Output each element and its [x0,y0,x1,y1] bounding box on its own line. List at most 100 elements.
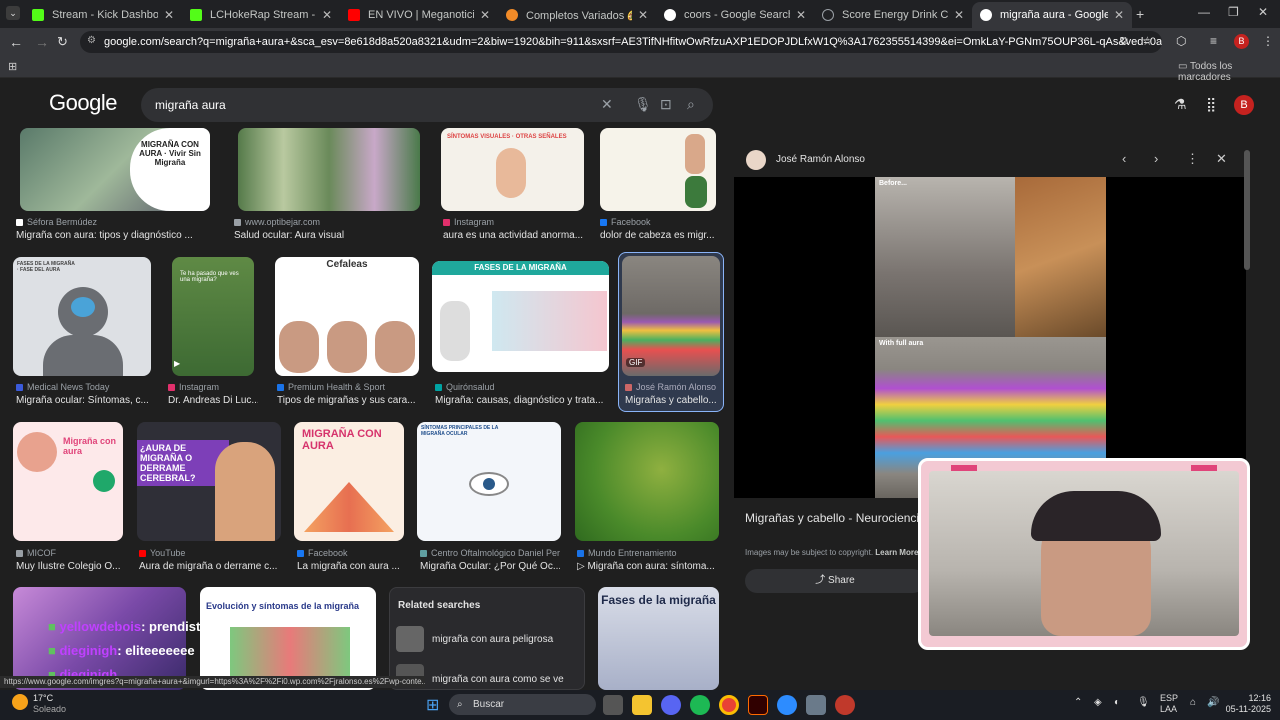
result-title[interactable]: Dr. Andreas Di Luc... [168,395,258,406]
learn-more-link[interactable]: Learn More [875,548,918,557]
close-icon[interactable]: ✕ [638,8,648,22]
tab-search-icon[interactable]: ⌄ [6,6,20,20]
result-image[interactable]: SÍNTOMAS VISUALES · OTRAS SEÑALES [441,128,584,211]
chrome-icon[interactable] [719,695,739,715]
tab-kick-dashboard[interactable]: Stream - Kick Dashboard✕ [24,2,182,28]
close-icon[interactable]: ✕ [322,8,332,22]
close-icon[interactable]: ✕ [1114,8,1124,22]
result-image[interactable]: MIGRAÑA CON AURA · Vivir Sin Migraña [20,128,210,211]
network-icon[interactable]: ⌂ [1190,697,1196,708]
close-icon[interactable]: ✕ [954,8,964,22]
spotify-icon[interactable] [690,695,710,715]
result-image[interactable]: MIGRAÑA CON AURA [294,422,404,541]
apps-icon[interactable]: ⊞ [8,60,17,73]
result-title[interactable]: aura es una actividad anorma... [443,230,583,241]
forward-icon[interactable]: → [35,34,49,50]
close-icon[interactable]: ✕ [796,8,806,22]
result-image[interactable]: FASES DE LA MIGRAÑA [432,261,609,372]
result-image[interactable]: Cefaleas [275,257,419,376]
file-explorer-icon[interactable] [632,695,652,715]
share-button[interactable]: ⤴ Share [745,569,925,593]
tab-lchokerap[interactable]: LCHokeRap Stream - Watch Liv✕ [182,2,340,28]
result-image[interactable] [575,422,719,541]
result-title[interactable]: Migrañas y cabello... [625,395,720,406]
taskbar-search[interactable]: ⌕ Buscar [449,694,596,715]
result-image[interactable]: Migraña con aura [13,422,123,541]
result-image[interactable]: ¿AURA DE MIGRAÑA O DERRAME CEREBRAL? [137,422,281,541]
bookmark-star-icon[interactable]: ☆ [1142,34,1153,48]
related-search-link[interactable]: migraña con aura como se ve [432,674,564,685]
tray-chevron-icon[interactable]: ⌃ [1074,697,1082,708]
profile-avatar[interactable]: B [1234,34,1249,49]
start-button[interactable]: ⊞ [426,695,439,715]
result-title[interactable]: Muy Ilustre Colegio O... [16,561,128,572]
volume-icon[interactable]: 🔊 [1207,697,1219,708]
discord-icon[interactable] [661,695,681,715]
result-title[interactable]: La migraña con aura ... [297,561,407,572]
task-view-icon[interactable] [603,695,623,715]
result-image[interactable]: Te ha pasado que ves una migraña? ▶ [172,257,254,376]
translate-icon[interactable]: ⧉ [1120,35,1128,48]
result-title[interactable]: Tipos de migrañas y sus cara... [277,395,422,406]
account-avatar[interactable]: B [1234,95,1254,115]
preview-author[interactable]: José Ramón Alonso [776,154,865,165]
site-info-icon[interactable]: ⚙ [87,35,96,46]
result-title[interactable]: dolor de cabeza es migr... [600,230,716,241]
google-logo[interactable]: Google [49,90,117,116]
tab-coors[interactable]: coors - Google Search ✕ [656,2,814,28]
close-window-button[interactable]: ✕ [1258,5,1268,19]
tab-score-energy[interactable]: Score Energy Drink Chile | Bebi✕ [814,2,972,28]
language-indicator[interactable]: ESP [1160,693,1178,703]
extensions-icon[interactable]: ⬡ [1176,34,1186,48]
tray-app-icon[interactable]: ◐ [1114,697,1120,708]
new-tab-button[interactable]: + [1136,6,1144,22]
back-icon[interactable]: ← [9,34,23,50]
minimize-button[interactable]: — [1198,5,1210,19]
address-bar[interactable]: ⚙ google.com/search?q=migraña+aura+&sca_… [80,31,1162,53]
tab-completos[interactable]: Completos Variados 🌮🌮🌮✕ [498,2,656,28]
related-search-link[interactable]: migraña con aura peligrosa [432,634,553,645]
search-icon[interactable]: ⌕ [687,96,695,113]
app-icon[interactable] [835,695,855,715]
microphone-icon[interactable]: 🎙 [634,96,652,113]
result-image[interactable]: FASES DE LA MIGRAÑA · FASE DEL AURA [13,257,151,376]
maximize-button[interactable]: ❐ [1228,5,1239,19]
menu-icon[interactable]: ⋮ [1262,34,1274,48]
result-title[interactable]: Migraña Ocular: ¿Por Qué Oc... [420,561,560,572]
next-icon[interactable]: › [1154,151,1158,166]
lens-icon[interactable]: ⊡ [660,96,672,113]
tab-meganoticias[interactable]: EN VIVO | Meganoticias Ahora✕ [340,2,498,28]
weather-icon[interactable] [12,694,28,710]
close-icon[interactable]: ✕ [164,8,174,22]
microphone-tray-icon[interactable]: 🎙 [1137,697,1150,708]
media-control-icon[interactable]: ≡ [1210,34,1217,48]
result-image[interactable]: SÍNTOMAS PRINCIPALES DE LA MIGRAÑA OCULA… [417,422,561,541]
result-title[interactable]: Migraña: causas, diagnóstico y trata... [435,395,610,406]
google-apps-icon[interactable]: ⣿ [1206,96,1216,113]
zoom-icon[interactable] [777,695,797,715]
result-image[interactable]: Fases de la migraña [598,587,719,690]
result-title[interactable]: Migraña ocular: Síntomas, c... [16,395,156,406]
clear-search-icon[interactable]: ✕ [601,96,613,113]
scrollbar-thumb[interactable] [1244,150,1250,270]
result-title[interactable]: Salud ocular: Aura visual [234,230,424,241]
result-title[interactable]: ▷ Migraña con aura: síntoma... [577,561,721,572]
result-image[interactable] [238,128,420,211]
illustrator-icon[interactable] [748,695,768,715]
clock-date[interactable]: 05-11-2025 [1221,704,1271,714]
preview-title[interactable]: Migrañas y cabello - Neurociencia, Autis… [745,510,925,526]
previous-icon[interactable]: ‹ [1122,151,1126,166]
search-box[interactable]: migraña aura [141,88,713,122]
more-options-icon[interactable]: ⋮ [1186,151,1199,167]
result-title[interactable]: Aura de migraña o derrame c... [139,561,283,572]
preview-image[interactable]: Before... With full aura [875,177,1106,498]
tab-migrana-aura[interactable]: migraña aura - Google Search✕ [972,2,1132,28]
search-input[interactable]: migraña aura [155,98,226,112]
labs-icon[interactable]: ⚗ [1174,96,1187,113]
result-title[interactable]: Migraña con aura: tipos y diagnóstico ..… [16,230,216,241]
clock-time[interactable]: 12:16 [1221,693,1271,703]
reload-icon[interactable]: ↻ [57,34,68,50]
settings-icon[interactable] [806,695,826,715]
close-icon[interactable]: ✕ [480,8,490,22]
tray-app-icon[interactable]: ◈ [1094,697,1102,708]
